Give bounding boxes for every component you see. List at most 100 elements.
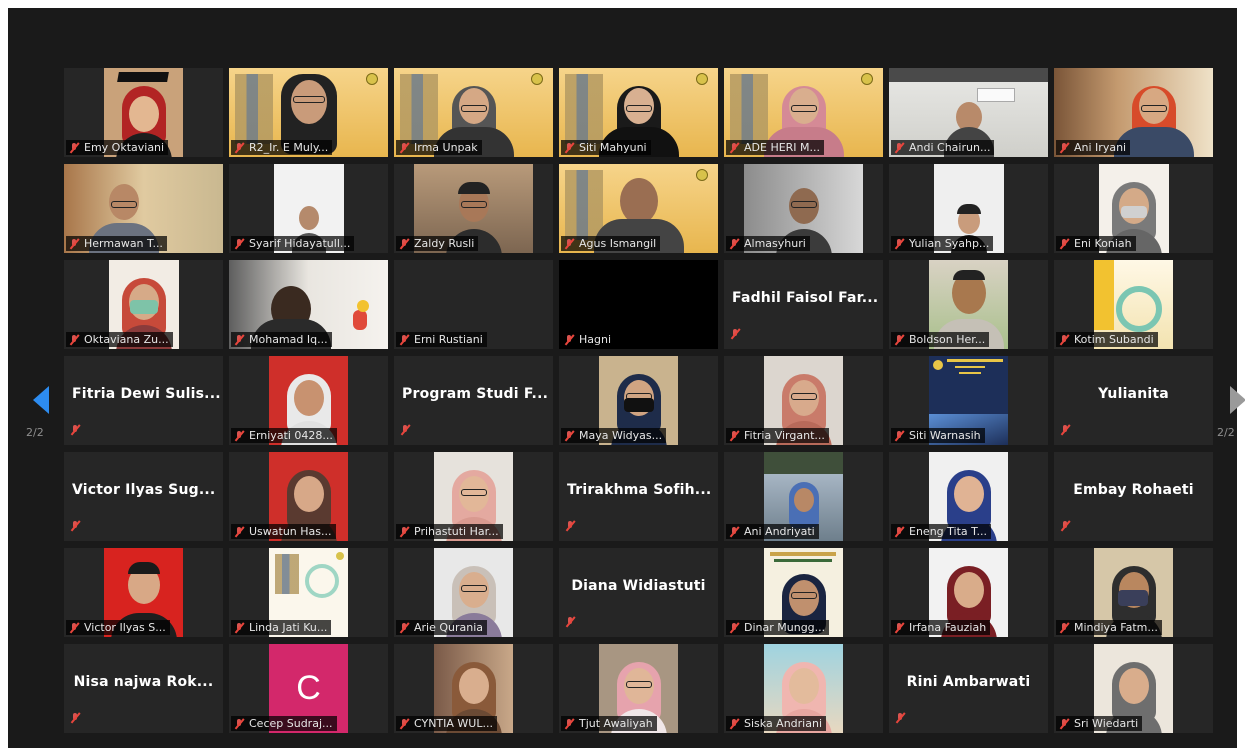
participant-name-tag: Ani Iryani	[1056, 140, 1131, 155]
participant-tile[interactable]: Program Studi F...	[394, 356, 553, 445]
participant-tile[interactable]: Ani Andriyati	[724, 452, 883, 541]
participant-tile[interactable]: Agus Ismangil	[559, 164, 718, 253]
participant-tile[interactable]: Yulian Syahp...	[889, 164, 1048, 253]
participant-name: Hagni	[579, 333, 612, 346]
participant-tile[interactable]: Dinar Mungg...	[724, 548, 883, 637]
participant-name: Hermawan T...	[84, 237, 163, 250]
participant-tile[interactable]: Fitria Virgant...	[724, 356, 883, 445]
participant-tile[interactable]: Eni Koniah	[1054, 164, 1213, 253]
participant-name-tag: Almasyhuri	[726, 236, 810, 251]
participant-tile[interactable]: Yulianita	[1054, 356, 1213, 445]
participant-tile[interactable]: Hermawan T...	[64, 164, 223, 253]
participant-tile[interactable]: Maya Widyas...	[559, 356, 718, 445]
participant-tile[interactable]: Linda Jati Ku...	[229, 548, 388, 637]
participant-tile[interactable]: Nisa najwa Rok...	[64, 644, 223, 733]
participant-tile[interactable]: Embay Rohaeti	[1054, 452, 1213, 541]
participant-tile[interactable]: Mindiya Fatm...	[1054, 548, 1213, 637]
participant-name: Fitria Virgant...	[744, 429, 825, 442]
participant-tile[interactable]: Fitria Dewi Sulis...	[64, 356, 223, 445]
participant-name-tag: Mindiya Fatm...	[1056, 620, 1162, 635]
participant-tile[interactable]: Andi Chairun...	[889, 68, 1048, 157]
participant-tile[interactable]: Siti Mahyuni	[559, 68, 718, 157]
participant-tile[interactable]: R2_Ir. E Muly...	[229, 68, 388, 157]
participant-name: Erniyati 0428...	[249, 429, 333, 442]
participant-name: Eneng Tita T...	[909, 525, 988, 538]
participant-tile[interactable]: Syarif Hidayatull...	[229, 164, 388, 253]
participant-name-tag: Kotim Subandi	[1056, 332, 1158, 347]
prev-page-icon[interactable]	[33, 386, 49, 414]
participant-name: Victor Ilyas Sug...	[72, 482, 216, 498]
mic-muted-icon	[399, 142, 409, 154]
participant-tile[interactable]: Emy Oktaviani	[64, 68, 223, 157]
mic-muted-icon	[1059, 238, 1069, 250]
mic-muted-icon	[730, 328, 740, 340]
participant-name: Victor Ilyas S...	[84, 621, 166, 634]
next-page-icon[interactable]	[1230, 386, 1245, 414]
participant-tile[interactable]: Tjut Awaliyah	[559, 644, 718, 733]
participant-name-tag: Eneng Tita T...	[891, 524, 992, 539]
mic-muted-icon	[894, 238, 904, 250]
participant-tile[interactable]: Siska Andriani	[724, 644, 883, 733]
participant-tile[interactable]: Arie Qurania	[394, 548, 553, 637]
mic-muted-icon	[564, 718, 574, 730]
participant-name: Emy Oktaviani	[84, 141, 165, 154]
participant-tile[interactable]: Victor Ilyas S...	[64, 548, 223, 637]
participant-tile[interactable]: Oktaviana Zu...	[64, 260, 223, 349]
participant-tile[interactable]: Zaldy Rusli	[394, 164, 553, 253]
participant-tile[interactable]: Fadhil Faisol Far...	[724, 260, 883, 349]
participant-tile[interactable]: Rini Ambarwati	[889, 644, 1048, 733]
participant-name: Linda Jati Ku...	[249, 621, 328, 634]
participant-tile[interactable]: Diana Widiastuti	[559, 548, 718, 637]
participant-name-tag: Linda Jati Ku...	[231, 620, 332, 635]
mic-muted-icon	[729, 526, 739, 538]
participant-tile[interactable]: Victor Ilyas Sug...	[64, 452, 223, 541]
participant-name-tag: Mohamad Iq...	[231, 332, 332, 347]
participant-name: Nisa najwa Rok...	[73, 674, 214, 690]
participant-name: Agus Ismangil	[579, 237, 657, 250]
participant-tile[interactable]: Boldson Her...	[889, 260, 1048, 349]
participant-name: Sri Wiedarti	[1074, 717, 1139, 730]
participant-tile[interactable]: Ani Iryani	[1054, 68, 1213, 157]
participant-tile[interactable]: Sri Wiedarti	[1054, 644, 1213, 733]
participant-name: ADE HERI M...	[744, 141, 821, 154]
participant-grid: Emy Oktaviani R2_Ir. E Muly... Irma Unpa…	[64, 68, 1214, 734]
participant-tile[interactable]: ADE HERI M...	[724, 68, 883, 157]
page-indicator-right: 2/2	[1217, 426, 1235, 439]
mic-muted-icon	[399, 526, 409, 538]
participant-tile[interactable]: CYNTIA WUL...	[394, 644, 553, 733]
participant-tile[interactable]: Erni Rustiani	[394, 260, 553, 349]
participant-tile[interactable]: Eneng Tita T...	[889, 452, 1048, 541]
participant-name-tag: Uswatun Has...	[231, 524, 336, 539]
participant-tile[interactable]: Mohamad Iq...	[229, 260, 388, 349]
participant-tile[interactable]: C Cecep Sudraj...	[229, 644, 388, 733]
participant-name: Embay Rohaeti	[1073, 482, 1194, 498]
mic-muted-icon	[729, 238, 739, 250]
participant-tile[interactable]: Siti Warnasih	[889, 356, 1048, 445]
participant-name: CYNTIA WUL...	[414, 717, 493, 730]
mic-muted-icon	[234, 718, 244, 730]
participant-name: Irfana Fauziah	[909, 621, 987, 634]
participant-tile[interactable]: Hagni	[559, 260, 718, 349]
participant-name-tag: Fitria Virgant...	[726, 428, 829, 443]
participant-name: Mohamad Iq...	[249, 333, 328, 346]
participant-name: Prihastuti Har...	[414, 525, 499, 538]
participant-name: Siti Mahyuni	[579, 141, 647, 154]
participant-name-tag: Victor Ilyas S...	[66, 620, 170, 635]
participant-tile[interactable]: Irma Unpak	[394, 68, 553, 157]
participant-tile[interactable]: Trirakhma Sofih...	[559, 452, 718, 541]
mic-muted-icon	[234, 142, 244, 154]
participant-tile[interactable]: Irfana Fauziah	[889, 548, 1048, 637]
participant-tile[interactable]: Prihastuti Har...	[394, 452, 553, 541]
zoom-gallery-window: 2/2 2/2 Emy Oktaviani R2_Ir. E Muly... I…	[8, 8, 1245, 748]
participant-tile[interactable]: Almasyhuri	[724, 164, 883, 253]
participant-tile[interactable]: Uswatun Has...	[229, 452, 388, 541]
mic-muted-icon	[1060, 520, 1070, 532]
mic-muted-icon	[70, 520, 80, 532]
participant-name-tag	[895, 709, 910, 728]
participant-tile[interactable]: Kotim Subandi	[1054, 260, 1213, 349]
participant-name-tag: Emy Oktaviani	[66, 140, 169, 155]
mic-muted-icon	[729, 622, 739, 634]
mic-muted-icon	[69, 142, 79, 154]
participant-name: Dinar Mungg...	[744, 621, 826, 634]
participant-tile[interactable]: Erniyati 0428...	[229, 356, 388, 445]
